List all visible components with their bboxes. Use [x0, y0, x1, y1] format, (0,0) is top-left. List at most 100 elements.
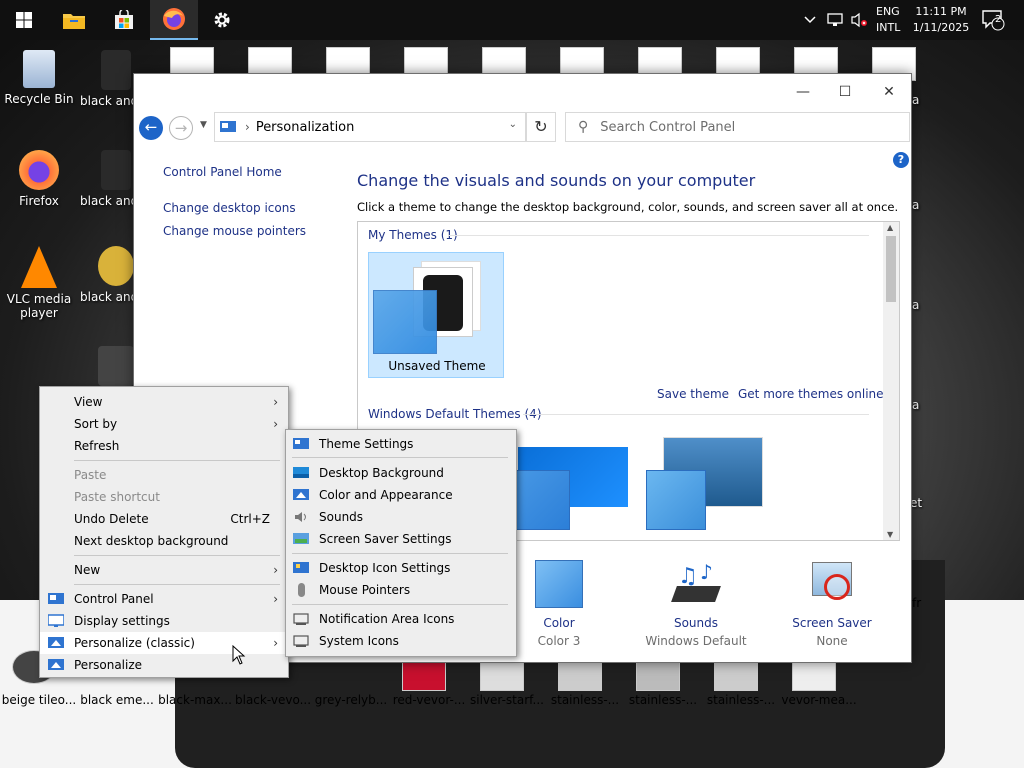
desktop-file-label[interactable]: red-vevor-... [391, 693, 467, 707]
submenu-item-theme-settings[interactable]: Theme Settings [286, 433, 516, 455]
menu-separator [74, 584, 280, 585]
input-language-indicator[interactable]: ENG INTL [876, 4, 900, 36]
menu-item-next-background[interactable]: Next desktop background [40, 530, 288, 552]
scrollbar-thumb[interactable] [886, 236, 896, 302]
mouse-icon [298, 583, 305, 597]
menu-item-refresh[interactable]: Refresh [40, 435, 288, 457]
screen-saver-setting[interactable]: Screen Saver None [777, 560, 887, 648]
menu-item-personalize-classic[interactable]: Personalize (classic) › [40, 632, 288, 654]
gear-icon [214, 12, 230, 28]
theme-unsaved[interactable]: Unsaved Theme [368, 252, 504, 378]
submenu-item-mouse-pointers[interactable]: Mouse Pointers [286, 579, 516, 601]
address-dropdown-chevron-icon[interactable]: ⌄ [509, 119, 517, 130]
mouse-cursor-icon [232, 645, 246, 665]
desktop-icon-recycle-bin[interactable]: Recycle Bin [1, 50, 77, 106]
desktop-file-label[interactable]: silver-starf... [469, 693, 545, 707]
clock[interactable]: 11:11 PM 1/11/2025 [912, 4, 970, 36]
close-button[interactable]: ✕ [869, 80, 909, 104]
minimize-button[interactable]: — [783, 80, 823, 104]
action-center-button[interactable]: 2 [982, 0, 1006, 40]
change-mouse-pointers-link[interactable]: Change mouse pointers [163, 224, 306, 238]
desktop-file-label[interactable]: stainless-... [547, 693, 623, 707]
desktop-icon-vlc[interactable]: VLC media player [1, 246, 77, 320]
breadcrumb-separator-icon: › [245, 120, 250, 134]
forward-button[interactable]: → [169, 116, 193, 140]
submenu-item-system-icons[interactable]: System Icons [286, 630, 516, 652]
color-setting[interactable]: Color Color 3 [504, 560, 614, 648]
menu-item-view[interactable]: View › [40, 391, 288, 413]
submenu-item-sounds[interactable]: Sounds [286, 506, 516, 528]
change-desktop-icons-link[interactable]: Change desktop icons [163, 201, 296, 215]
menu-item-new[interactable]: New › [40, 559, 288, 581]
desktop-file-label[interactable]: beige tileo... [1, 693, 77, 707]
section-divider [523, 414, 869, 415]
refresh-button[interactable]: ↻ [526, 112, 556, 142]
control-panel-home-link[interactable]: Control Panel Home [163, 165, 282, 179]
my-themes-header: My Themes (1) [368, 228, 458, 242]
submenu-item-screen-saver[interactable]: Screen Saver Settings [286, 528, 516, 550]
desktop-icon-label-partial: a [912, 93, 920, 107]
speaker-icon [295, 512, 306, 522]
file-explorer-button[interactable] [50, 0, 98, 40]
get-more-themes-link[interactable]: Get more themes online [738, 387, 884, 401]
submenu-item-notification-area-icons[interactable]: Notification Area Icons [286, 608, 516, 630]
desktop-file-label[interactable]: grey-relyb... [313, 693, 389, 707]
themes-scrollbar[interactable]: ▲ ▼ [883, 222, 899, 540]
color-swatch-icon [535, 560, 583, 608]
scroll-up-icon[interactable]: ▲ [887, 223, 893, 232]
volume-muted-icon[interactable] [850, 0, 868, 40]
submenu-item-desktop-icon-settings[interactable]: Desktop Icon Settings [286, 557, 516, 579]
submenu-item-desktop-background[interactable]: Desktop Background [286, 462, 516, 484]
submenu-arrow-icon: › [273, 592, 278, 606]
menu-item-personalize[interactable]: Personalize [40, 654, 288, 676]
menu-separator [74, 460, 280, 461]
personalize-icon [48, 637, 64, 648]
desktop-icon-settings-icon [293, 562, 309, 573]
maximize-button[interactable]: ☐ [825, 80, 865, 104]
firefox-taskbar-button[interactable] [150, 0, 198, 40]
arrow-left-icon: ← [144, 118, 158, 136]
desktop-icon-label: Firefox [19, 194, 59, 208]
desktop-file-label[interactable]: black-vevo... [235, 693, 311, 707]
theme-preview-color [373, 290, 437, 354]
image-thumbnail-icon [101, 150, 131, 190]
screen-saver-value: None [816, 634, 848, 648]
clock-date: 1/11/2025 [912, 21, 970, 34]
search-box[interactable]: ⚲ Search Control Panel [565, 112, 910, 142]
sounds-value: Windows Default [645, 634, 747, 648]
store-button[interactable] [100, 0, 148, 40]
help-icon[interactable]: ? [893, 152, 909, 168]
notification-area-icon [293, 613, 309, 625]
settings-taskbar-button[interactable] [198, 0, 246, 40]
scroll-down-icon[interactable]: ▼ [887, 530, 893, 539]
desktop-file-label[interactable]: stainless-... [703, 693, 779, 707]
menu-separator [292, 457, 508, 458]
address-bar[interactable]: › Personalization ⌄ [214, 112, 526, 142]
menu-separator [74, 555, 280, 556]
refresh-icon: ↻ [534, 117, 548, 136]
clock-time: 11:11 PM [915, 5, 967, 18]
vlc-cone-icon [21, 246, 57, 288]
menu-item-control-panel[interactable]: Control Panel › [40, 588, 288, 610]
desktop-file-label[interactable]: stainless-... [625, 693, 701, 707]
network-icon[interactable] [826, 0, 844, 40]
desktop-file-label[interactable]: black-max... [157, 693, 233, 707]
desktop-context-menu: View › Sort by › Refresh Paste Paste short… [39, 386, 289, 678]
desktop-icon-label-partial: a [912, 298, 920, 312]
desktop-file-label[interactable]: vevor-mea... [781, 693, 857, 707]
breadcrumb-current[interactable]: Personalization [256, 120, 355, 135]
save-theme-link[interactable]: Save theme [657, 387, 729, 401]
sounds-setting[interactable]: ♫ ♪ Sounds Windows Default [641, 560, 751, 648]
window-titlebar[interactable]: — ☐ ✕ [134, 74, 911, 108]
menu-item-display-settings[interactable]: Display settings [40, 610, 288, 632]
menu-item-undo-delete[interactable]: Undo Delete Ctrl+Z [40, 508, 288, 530]
back-button[interactable]: ← [139, 116, 163, 140]
recent-pages-chevron-icon[interactable]: ▼ [200, 120, 207, 130]
start-button[interactable] [0, 0, 48, 40]
desktop-icon-firefox[interactable]: Firefox [1, 150, 77, 208]
tray-chevron-icon[interactable] [804, 0, 816, 40]
submenu-item-color-appearance[interactable]: Color and Appearance [286, 484, 516, 506]
desktop-icon-label: Recycle Bin [4, 92, 74, 106]
desktop-file-label[interactable]: black eme... [79, 693, 155, 707]
menu-item-sort-by[interactable]: Sort by › [40, 413, 288, 435]
